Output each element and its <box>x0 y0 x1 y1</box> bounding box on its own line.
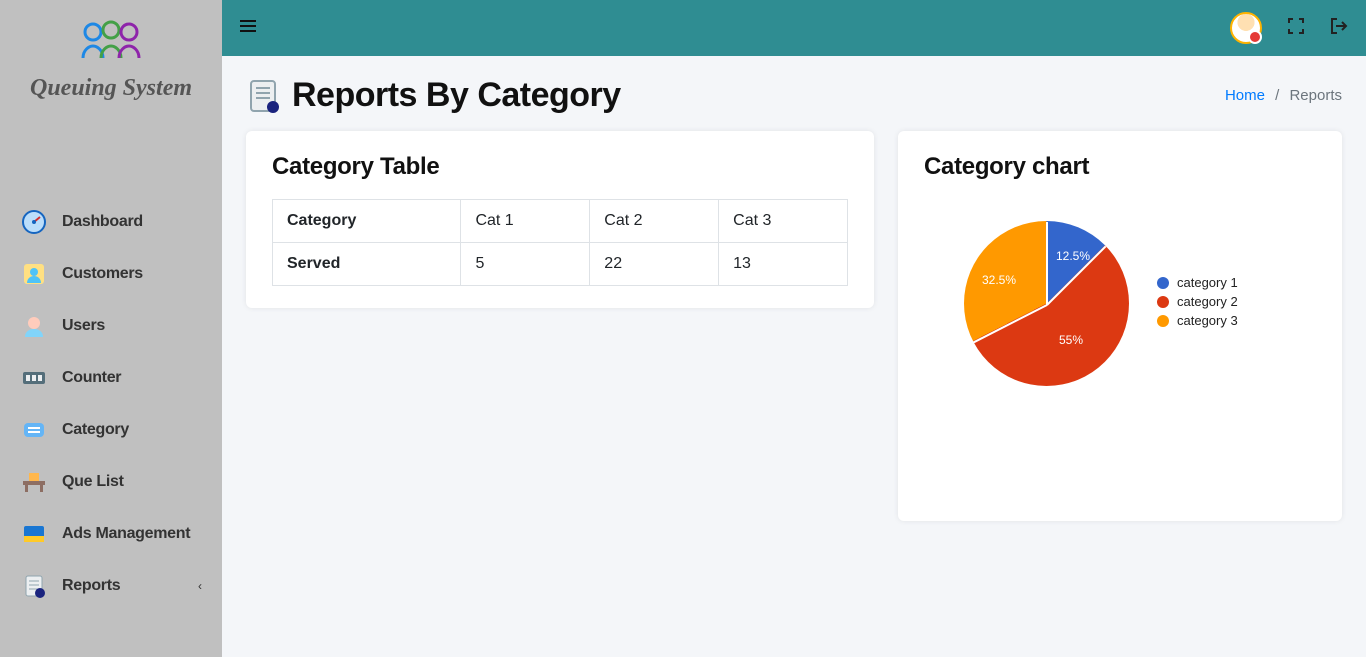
content-header: Reports By Category Home / Reports <box>246 76 1342 115</box>
quelist-icon <box>20 468 48 496</box>
legend-label: category 1 <box>1177 275 1238 290</box>
sidebar-item-label: Dashboard <box>62 213 143 231</box>
table-cell: 5 <box>461 243 590 286</box>
category-table-card: Category Table Category Cat 1 Cat 2 Cat … <box>246 131 874 308</box>
breadcrumb-home[interactable]: Home <box>1225 87 1265 104</box>
legend-item: category 3 <box>1157 313 1238 328</box>
legend-swatch-icon <box>1157 296 1169 308</box>
sidebar-item-ads[interactable]: Ads Management <box>0 508 222 560</box>
sidebar-item-label: Category <box>62 421 129 439</box>
page-title-text: Reports By Category <box>292 76 621 115</box>
table-row: Category Cat 1 Cat 2 Cat 3 <box>273 200 848 243</box>
category-chart-card: Category chart 12.5% 55% 32.5% <box>898 131 1342 521</box>
sidebar-item-label: Counter <box>62 369 121 387</box>
page-title-icon <box>246 78 282 114</box>
breadcrumb-current: Reports <box>1289 87 1342 104</box>
table-cell: 13 <box>719 243 848 286</box>
sidebar-item-reports[interactable]: Reports ‹ <box>0 560 222 612</box>
table-header: Category <box>273 200 461 243</box>
sidebar-item-label: Users <box>62 317 105 335</box>
chevron-left-icon: ‹ <box>198 579 202 593</box>
main: Reports By Category Home / Reports Categ… <box>222 0 1366 657</box>
sidebar-nav: Dashboard Customers Users Counter Catego… <box>0 196 222 612</box>
table-row: Served 5 22 13 <box>273 243 848 286</box>
brand-name: Queuing System <box>0 75 222 102</box>
legend-item: category 1 <box>1157 275 1238 290</box>
pie-slice-label: 12.5% <box>1056 249 1090 263</box>
customers-icon <box>20 260 48 288</box>
sidebar-item-label: Customers <box>62 265 143 283</box>
breadcrumb-separator: / <box>1275 87 1279 104</box>
fullscreen-icon[interactable] <box>1288 18 1304 39</box>
sidebar-item-label: Que List <box>62 473 124 491</box>
table-cell: Cat 3 <box>719 200 848 243</box>
dashboard-icon <box>20 208 48 236</box>
card-title: Category chart <box>924 153 1316 181</box>
pie-slice-label: 55% <box>1059 333 1083 347</box>
legend-label: category 3 <box>1177 313 1238 328</box>
legend-swatch-icon <box>1157 277 1169 289</box>
chart-legend: category 1 category 2 category 3 <box>1157 275 1238 332</box>
counter-icon <box>20 364 48 392</box>
sidebar-item-counter[interactable]: Counter <box>0 352 222 404</box>
page-title: Reports By Category <box>246 76 621 115</box>
sidebar-item-users[interactable]: Users <box>0 300 222 352</box>
brand: Queuing System <box>0 0 222 106</box>
table-header: Served <box>273 243 461 286</box>
logout-icon[interactable] <box>1330 18 1348 39</box>
sidebar-item-quelist[interactable]: Que List <box>0 456 222 508</box>
legend-label: category 2 <box>1177 294 1238 309</box>
sidebar-item-label: Ads Management <box>62 525 190 543</box>
menu-toggle-icon[interactable] <box>240 19 256 38</box>
category-table: Category Cat 1 Cat 2 Cat 3 Served 5 22 1… <box>272 199 848 286</box>
pie-chart: 12.5% 55% 32.5% category 1 category 2 <box>924 221 1316 386</box>
sidebar: Queuing System Dashboard Customers Users… <box>0 0 222 657</box>
users-icon <box>20 312 48 340</box>
category-icon <box>20 416 48 444</box>
sidebar-item-category[interactable]: Category <box>0 404 222 456</box>
legend-item: category 2 <box>1157 294 1238 309</box>
table-cell: 22 <box>590 243 719 286</box>
pie-slice-label: 32.5% <box>982 273 1016 287</box>
sidebar-item-label: Reports <box>62 577 120 595</box>
table-cell: Cat 1 <box>461 200 590 243</box>
user-avatar[interactable] <box>1230 12 1262 44</box>
table-cell: Cat 2 <box>590 200 719 243</box>
brand-logo-icon <box>75 18 147 66</box>
card-title: Category Table <box>272 153 848 181</box>
sidebar-item-dashboard[interactable]: Dashboard <box>0 196 222 248</box>
content: Reports By Category Home / Reports Categ… <box>222 56 1366 541</box>
reports-icon <box>20 572 48 600</box>
ads-icon <box>20 520 48 548</box>
breadcrumb: Home / Reports <box>1225 87 1342 104</box>
sidebar-item-customers[interactable]: Customers <box>0 248 222 300</box>
topbar <box>222 0 1366 56</box>
legend-swatch-icon <box>1157 315 1169 327</box>
